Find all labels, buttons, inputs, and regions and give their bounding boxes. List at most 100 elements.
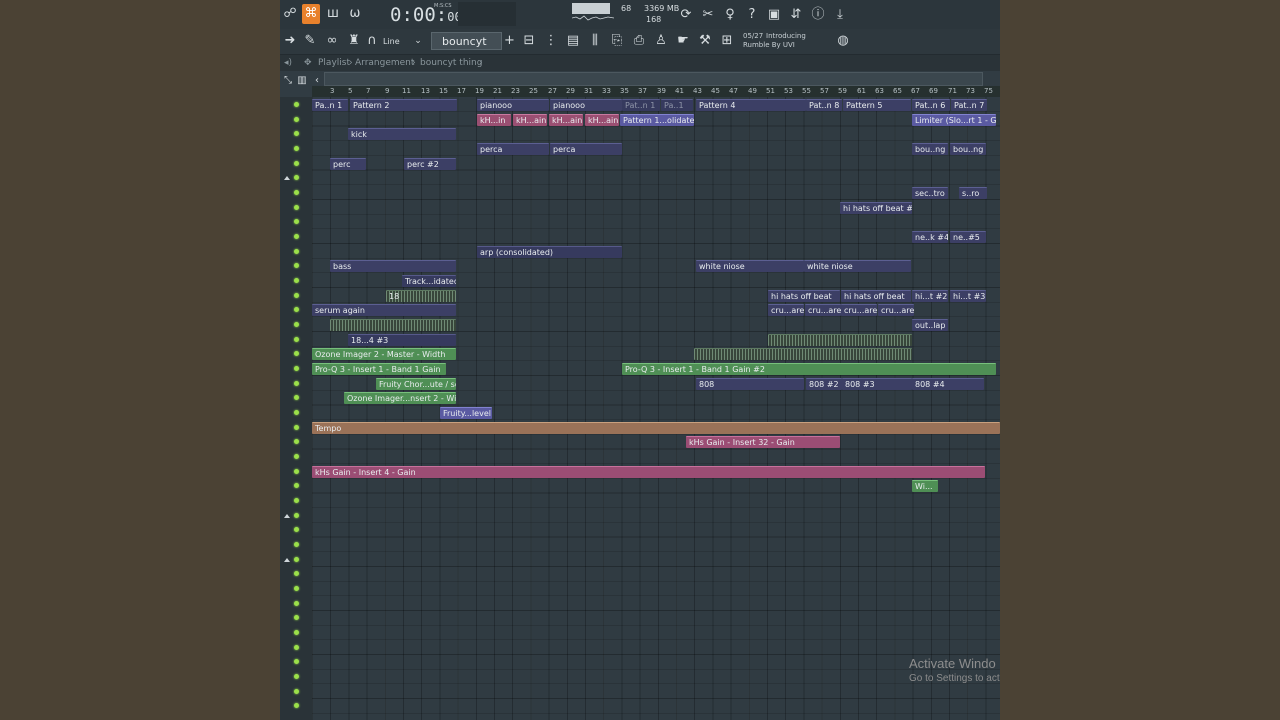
- tempo-automation-clip[interactable]: Tempo: [312, 422, 1000, 434]
- automation-clip[interactable]: kH...ain: [585, 114, 619, 126]
- pattern-clip[interactable]: kick: [348, 128, 456, 140]
- audio-clip[interactable]: [330, 319, 456, 331]
- automation-clip[interactable]: kHs Gain - Insert 32 - Gain: [686, 436, 840, 448]
- add-pattern-icon[interactable]: +: [504, 31, 515, 51]
- link-icon[interactable]: ∞: [324, 31, 340, 51]
- automation-clip[interactable]: Fruity Chor...ute / solo: [376, 378, 456, 390]
- piano-roll-icon[interactable]: ⋮: [542, 31, 560, 51]
- channel-rack-icon[interactable]: ▤: [564, 31, 582, 51]
- track-mute-led[interactable]: [294, 234, 299, 239]
- track-mute-led[interactable]: [294, 557, 299, 562]
- refresh-icon[interactable]: ⟳: [678, 5, 694, 25]
- audio-clip[interactable]: [694, 348, 912, 360]
- resize-icon[interactable]: ⤡: [282, 71, 294, 91]
- breadcrumb-playlist[interactable]: Playlist: [318, 55, 350, 71]
- pattern-clip[interactable]: white niose: [804, 260, 911, 272]
- audio-clip[interactable]: [768, 334, 912, 346]
- pattern-clip[interactable]: Pat..n 6: [912, 99, 950, 111]
- pattern-clip[interactable]: 808 #2: [806, 378, 842, 390]
- pattern-clip[interactable]: out..lap: [912, 319, 948, 331]
- track-mute-led[interactable]: [294, 527, 299, 532]
- magnet-icon[interactable]: ∩: [366, 31, 378, 51]
- track-mute-led[interactable]: [294, 146, 299, 151]
- pattern-clip[interactable]: Pattern 2: [350, 99, 457, 111]
- track-mute-led[interactable]: [294, 601, 299, 606]
- tempo-box[interactable]: [458, 2, 516, 26]
- track-mute-led[interactable]: [294, 249, 299, 254]
- track-mute-led[interactable]: [294, 395, 299, 400]
- automation-clip[interactable]: Ozone Imager 2 - Master - Width: [312, 348, 456, 360]
- pattern-clip[interactable]: bou..ng: [912, 143, 948, 155]
- track-mute-led[interactable]: [294, 571, 299, 576]
- automation-clip[interactable]: kH...ain: [549, 114, 583, 126]
- news-title[interactable]: Introducing: [766, 32, 806, 41]
- pattern-clip[interactable]: cru...are: [805, 304, 841, 316]
- pattern-clip[interactable]: 808 #4: [912, 378, 984, 390]
- track-mute-led[interactable]: [294, 689, 299, 694]
- track-mute-led[interactable]: [294, 161, 299, 166]
- pattern-clip[interactable]: perca: [550, 143, 622, 155]
- track-mute-led[interactable]: [294, 366, 299, 371]
- pattern-clip[interactable]: hi hats off beat: [841, 290, 911, 302]
- pattern-clip[interactable]: hi hats off beat: [768, 290, 840, 302]
- track-mute-led[interactable]: [294, 425, 299, 430]
- track-mute-led[interactable]: [294, 205, 299, 210]
- track-mute-led[interactable]: [294, 307, 299, 312]
- automation-clip[interactable]: Pro-Q 3 - Insert 1 - Band 1 Gain: [312, 363, 446, 375]
- wrench-icon[interactable]: ⚒: [696, 31, 714, 51]
- track-mute-led[interactable]: [294, 293, 299, 298]
- save-icon[interactable]: ▣: [766, 5, 782, 25]
- pattern-clip[interactable]: perca: [477, 143, 549, 155]
- pattern-selector[interactable]: bouncyt thing: [431, 32, 502, 66]
- shop-icon[interactable]: ⊞: [718, 31, 736, 51]
- stamp-icon[interactable]: ♜: [346, 31, 362, 51]
- pattern-clip[interactable]: 808: [696, 378, 804, 390]
- collapse-arrow-icon[interactable]: [284, 176, 290, 180]
- track-mute-led[interactable]: [294, 439, 299, 444]
- pattern-clip[interactable]: Pat..n 7: [951, 99, 987, 111]
- track-mute-led[interactable]: [294, 410, 299, 415]
- snap-mode-label[interactable]: Line: [383, 37, 400, 46]
- microphone-icon[interactable]: ♀: [722, 5, 738, 25]
- mixer-icon[interactable]: ⫼: [586, 31, 604, 51]
- pattern-clip[interactable]: bou..ng: [950, 143, 986, 155]
- track-mute-led[interactable]: [294, 615, 299, 620]
- track-mute-led[interactable]: [294, 659, 299, 664]
- pattern-clip[interactable]: Pat..n 1: [622, 99, 660, 111]
- pattern-clip[interactable]: ne..#5: [950, 231, 986, 243]
- speaker-icon[interactable]: ◂): [284, 55, 292, 71]
- breadcrumb-pattern[interactable]: bouncyt thing: [420, 55, 482, 71]
- pattern-clip[interactable]: serum again: [312, 304, 456, 316]
- pencil-icon[interactable]: ✎: [302, 31, 318, 51]
- automation-clip[interactable]: Limiter (Slo...rt 1 - Gain: [912, 114, 996, 126]
- audio-clip[interactable]: 18...4 #3: [348, 334, 456, 346]
- news-subtitle[interactable]: Rumble By UVI: [743, 41, 795, 50]
- pattern-clip[interactable]: ne..k #4: [912, 231, 948, 243]
- pattern-clip[interactable]: cru...are: [878, 304, 914, 316]
- track-mute-led[interactable]: [294, 703, 299, 708]
- playlist-icon[interactable]: ⊟: [520, 31, 538, 51]
- pattern-clip[interactable]: 808 #3: [842, 378, 912, 390]
- record-mode-icon[interactable]: ш: [324, 4, 342, 24]
- track-mute-led[interactable]: [294, 469, 299, 474]
- plugin-icon[interactable]: ♙: [652, 31, 670, 51]
- track-mute-led[interactable]: [294, 674, 299, 679]
- pattern-clip[interactable]: sec..tro: [912, 187, 948, 199]
- globe-icon[interactable]: ◍: [836, 31, 850, 51]
- pattern-clip[interactable]: pianooo: [477, 99, 549, 111]
- info-icon[interactable]: ⓘ: [810, 5, 826, 25]
- chevron-down-icon[interactable]: ⌄: [413, 31, 423, 51]
- track-mute-led[interactable]: [294, 513, 299, 518]
- track-mute-led[interactable]: [294, 351, 299, 356]
- playlist-grid[interactable]: Pa..n 1 Pattern 2 pianooo pianooo Pat..n…: [312, 97, 1000, 720]
- pattern-clip[interactable]: hi hats off beat #5: [840, 202, 912, 214]
- automation-clip[interactable]: kH...in: [477, 114, 511, 126]
- automation-clip[interactable]: Fruity...level: [440, 407, 492, 419]
- track-mute-led[interactable]: [294, 102, 299, 107]
- song-mode-icon[interactable]: ☍: [282, 4, 298, 24]
- pattern-clip[interactable]: pianooo: [550, 99, 622, 111]
- track-mute-led[interactable]: [294, 586, 299, 591]
- track-mute-led[interactable]: [294, 337, 299, 342]
- clipboard-icon[interactable]: ⎙: [630, 31, 648, 51]
- pattern-clip[interactable]: white niose: [696, 260, 804, 272]
